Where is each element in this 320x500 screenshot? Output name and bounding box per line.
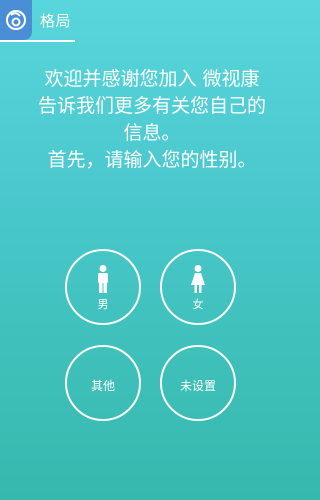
app-title: 格局 [40,12,72,30]
intro-text: 欢迎并感谢您加入 微视康 告诉我们更多有关您自己的 信息。 首先，请输入您的性别… [12,66,292,174]
unset-label: 未设置 [179,379,216,393]
intro-line-2: 告诉我们更多有关您自己的 [37,95,266,117]
app-logo-icon [6,10,26,30]
app-logo[interactable] [0,0,32,40]
male-button[interactable]: 男 [65,249,141,325]
top-bar: 格局 [0,0,300,42]
other-label: 其他 [90,379,115,393]
female-button[interactable]: 女 [160,249,236,325]
other-button[interactable]: 其他 [65,345,141,421]
male-label: 男 [97,298,109,311]
unset-button[interactable]: 未设置 [160,345,236,421]
female-icon [191,265,205,293]
male-icon [98,265,108,293]
intro-line-4: 首先，请输入您的性别。 [47,149,257,171]
intro-line-3: 信息。 [123,122,181,144]
tab-underline [0,40,75,42]
intro-line-1: 欢迎并感谢您加入 微视康 [44,68,260,90]
female-label: 女 [192,298,204,311]
